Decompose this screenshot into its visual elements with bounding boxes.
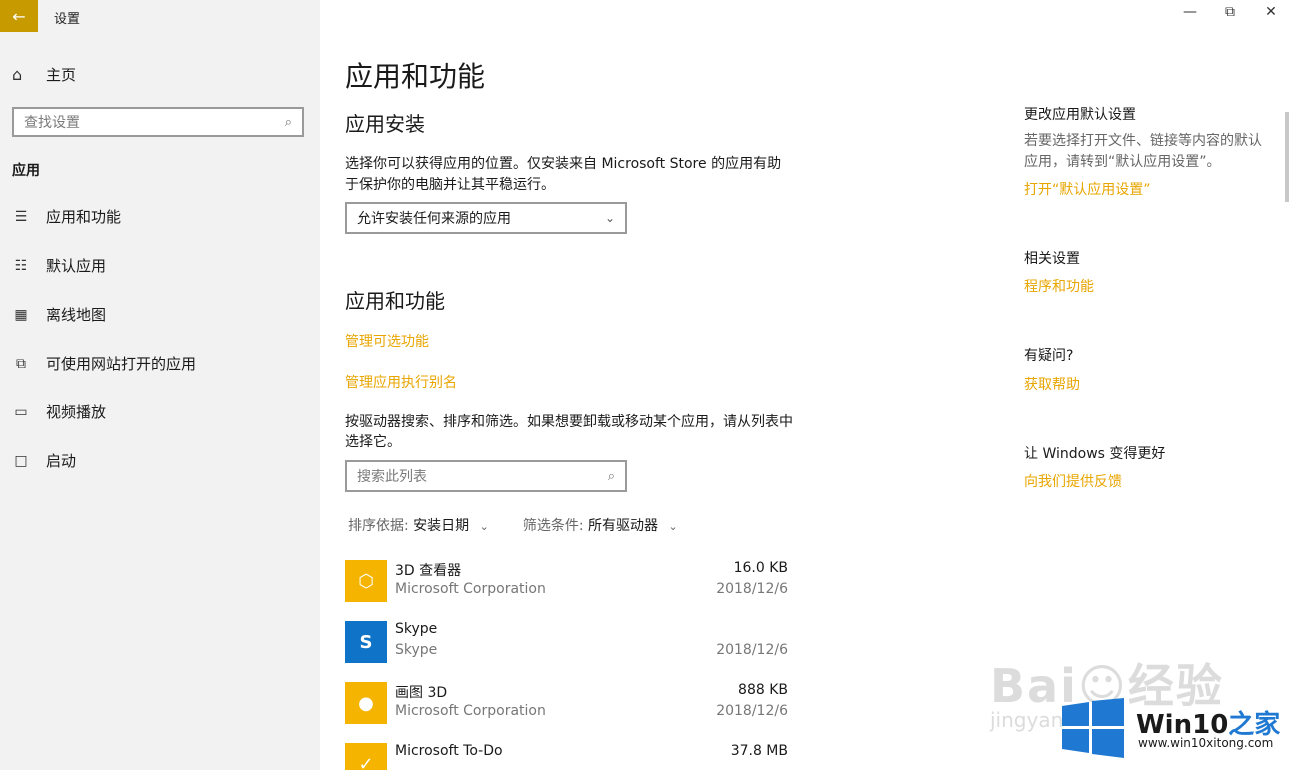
default-settings-heading: 更改应用默认设置 bbox=[1024, 107, 1136, 123]
baidu-watermark-sub: jingyan bbox=[990, 708, 1064, 732]
todo-icon: ✓ bbox=[345, 743, 387, 770]
manage-app-alias-link[interactable]: 管理应用执行别名 bbox=[345, 372, 457, 392]
help-heading: 有疑问? bbox=[1024, 348, 1074, 364]
feedback-heading: 让 Windows 变得更好 bbox=[1024, 446, 1166, 462]
app-date: 2018/12/6 bbox=[716, 642, 788, 658]
website-app-icon: ⧉ bbox=[16, 355, 26, 372]
3d-viewer-icon: ⬡ bbox=[345, 560, 387, 602]
install-source-dropdown[interactable]: 允许安装任何来源的应用 ⌄ bbox=[345, 202, 627, 234]
app-publisher: Microsoft Corporation bbox=[395, 703, 546, 719]
paint-3d-icon: ● bbox=[345, 682, 387, 724]
app-list-item[interactable]: ● 画图 3D Microsoft Corporation 888 KB 201… bbox=[345, 682, 790, 738]
sort-dropdown[interactable]: 排序依据: 安装日期 ⌄ bbox=[348, 515, 489, 535]
sidebar-item-label: 可使用网站打开的应用 bbox=[46, 355, 197, 373]
settings-search-input[interactable]: 查找设置 ⌕ bbox=[12, 107, 304, 137]
sidebar: ← 设置 ⌂ 主页 查找设置 ⌕ 应用 ☰ 应用和功能 ☷ 默认应用 ▦ 离线地… bbox=[0, 0, 320, 770]
map-icon: ▦ bbox=[14, 306, 28, 323]
back-arrow-icon: ← bbox=[12, 6, 26, 26]
app-name: Skype bbox=[395, 621, 438, 637]
sidebar-item-default-apps[interactable]: ☷ 默认应用 bbox=[12, 255, 106, 276]
list-icon: ☰ bbox=[14, 208, 28, 225]
sidebar-item-label: 默认应用 bbox=[46, 257, 107, 275]
install-heading: 应用安装 bbox=[345, 112, 425, 136]
manage-optional-features-link[interactable]: 管理可选功能 bbox=[345, 331, 429, 351]
home-label: 主页 bbox=[46, 66, 77, 84]
give-feedback-link[interactable]: 向我们提供反馈 bbox=[1024, 471, 1122, 491]
app-publisher: Skype bbox=[395, 642, 438, 658]
install-source-value: 允许安装任何来源的应用 bbox=[357, 211, 511, 227]
open-default-apps-link[interactable]: 打开“默认应用设置” bbox=[1024, 179, 1151, 199]
video-icon: ▭ bbox=[14, 403, 28, 420]
home-icon: ⌂ bbox=[12, 65, 23, 84]
sidebar-item-label: 启动 bbox=[46, 452, 77, 470]
sort-filter-bar: 排序依据: 安装日期 ⌄ 筛选条件: 所有驱动器 ⌄ bbox=[348, 515, 678, 535]
search-placeholder: 查找设置 bbox=[24, 115, 80, 131]
page-title: 应用和功能 bbox=[345, 60, 486, 93]
get-help-link[interactable]: 获取帮助 bbox=[1024, 374, 1080, 394]
sidebar-home[interactable]: ⌂ 主页 bbox=[12, 64, 76, 85]
app-date: 2018/12/6 bbox=[716, 581, 788, 597]
app-name: 画图 3D bbox=[395, 685, 448, 701]
install-description: 选择你可以获得应用的位置。仅安装来自 Microsoft Store 的应用有助… bbox=[345, 156, 782, 193]
sidebar-item-label: 视频播放 bbox=[46, 403, 107, 421]
sidebar-item-startup[interactable]: □ 启动 bbox=[12, 450, 76, 471]
main-content: 应用和功能 应用安装 选择你可以获得应用的位置。仅安装来自 Microsoft … bbox=[345, 0, 985, 770]
sidebar-section-title: 应用 bbox=[12, 163, 40, 179]
app-list-item[interactable]: ✓ Microsoft To-Do 37.8 MB bbox=[345, 743, 790, 770]
sidebar-item-offline-maps[interactable]: ▦ 离线地图 bbox=[12, 304, 106, 325]
windows-logo-icon bbox=[1062, 698, 1124, 758]
maximize-button[interactable]: ⧉ bbox=[1218, 4, 1242, 20]
app-size: 37.8 MB bbox=[730, 743, 788, 759]
startup-icon: □ bbox=[14, 452, 28, 469]
app-publisher: Microsoft Corporation bbox=[395, 581, 546, 597]
sidebar-item-video-playback[interactable]: ▭ 视频播放 bbox=[12, 401, 106, 422]
filter-value: 所有驱动器 bbox=[588, 518, 659, 534]
app-name: 3D 查看器 bbox=[395, 563, 462, 579]
close-button[interactable]: ✕ bbox=[1259, 4, 1283, 20]
app-list-item[interactable]: S Skype Skype 2018/12/6 bbox=[345, 621, 790, 677]
sidebar-item-apps-features[interactable]: ☰ 应用和功能 bbox=[12, 206, 121, 227]
list-description: 按驱动器搜索、排序和筛选。如果想要卸载或移动某个应用，请从列表中选择它。 bbox=[345, 414, 793, 450]
programs-features-link[interactable]: 程序和功能 bbox=[1024, 276, 1094, 296]
scrollbar[interactable] bbox=[1285, 112, 1289, 202]
back-button[interactable]: ← bbox=[0, 0, 38, 32]
sidebar-item-label: 应用和功能 bbox=[46, 208, 122, 226]
features-heading: 应用和功能 bbox=[345, 289, 445, 313]
app-size: 888 KB bbox=[738, 682, 788, 698]
window-title: 设置 bbox=[54, 12, 81, 27]
chevron-down-icon: ⌄ bbox=[604, 211, 615, 225]
sidebar-item-label: 离线地图 bbox=[46, 306, 107, 324]
app-date: 2018/12/6 bbox=[716, 703, 788, 719]
filter-label: 筛选条件: bbox=[522, 518, 584, 534]
app-size: 16.0 KB bbox=[733, 560, 788, 576]
search-icon: ⌕ bbox=[284, 114, 292, 130]
chevron-down-icon: ⌄ bbox=[479, 520, 489, 533]
default-settings-description: 若要选择打开文件、链接等内容的默认应用，请转到“默认应用设置”。 bbox=[1024, 133, 1262, 170]
sort-value: 安装日期 bbox=[413, 518, 470, 534]
chevron-down-icon: ⌄ bbox=[668, 520, 678, 533]
sidebar-item-apps-for-websites[interactable]: ⧉ 可使用网站打开的应用 bbox=[12, 353, 196, 374]
skype-icon: S bbox=[345, 621, 387, 663]
sort-label: 排序依据: bbox=[348, 518, 409, 534]
app-list-search-input[interactable]: 搜索此列表 ⌕ bbox=[345, 460, 627, 492]
default-apps-icon: ☷ bbox=[14, 257, 28, 274]
app-list-item[interactable]: ⬡ 3D 查看器 Microsoft Corporation 16.0 KB 2… bbox=[345, 560, 790, 616]
win10-watermark-url: www.win10xitong.com bbox=[1138, 736, 1274, 750]
minimize-button[interactable]: — bbox=[1178, 4, 1202, 20]
filter-dropdown[interactable]: 筛选条件: 所有驱动器 ⌄ bbox=[523, 515, 678, 535]
app-name: Microsoft To-Do bbox=[395, 743, 503, 759]
list-search-placeholder: 搜索此列表 bbox=[357, 469, 427, 485]
related-settings-heading: 相关设置 bbox=[1024, 251, 1080, 267]
search-icon: ⌕ bbox=[607, 468, 615, 484]
